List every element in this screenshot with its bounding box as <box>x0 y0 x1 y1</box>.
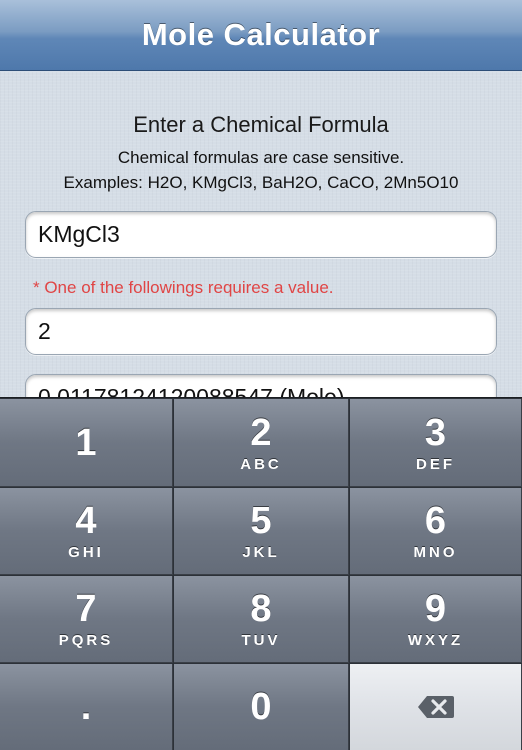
key-digit: 9 <box>424 588 447 630</box>
key-2[interactable]: 2 ABC <box>174 399 349 487</box>
key-digit: 1 <box>75 421 97 464</box>
key-digit: 0 <box>250 686 272 728</box>
formula-input-value: KMgCl3 <box>38 221 120 247</box>
numeric-keypad: 1 2 ABC 3 DEF 4 GHI 5 JKL 6 MNO 7 PQRS 8… <box>0 397 522 750</box>
formula-input[interactable]: KMgCl3 <box>25 211 497 258</box>
key-digit: 8 <box>250 588 272 630</box>
key-digit: 7 <box>75 588 97 630</box>
backspace-icon <box>417 696 454 718</box>
key-letters: DEF <box>416 455 455 473</box>
amount-input[interactable]: 2 <box>25 308 497 355</box>
delete-key[interactable] <box>350 664 522 750</box>
page-title: Mole Calculator <box>141 17 381 52</box>
key-letters: TUV <box>241 632 281 649</box>
key-letters: WXYZ <box>407 632 464 649</box>
key-decimal[interactable]: . <box>0 664 173 750</box>
key-digit: 5 <box>250 500 272 542</box>
key-5[interactable]: 5 JKL <box>174 488 349 575</box>
key-7[interactable]: 7 PQRS <box>0 576 173 663</box>
key-digit: 4 <box>75 500 97 542</box>
key-3[interactable]: 3 DEF <box>350 399 522 487</box>
validation-warning: * One of the followings requires a value… <box>33 278 334 297</box>
key-8[interactable]: 8 TUV <box>174 576 349 663</box>
key-digit: 6 <box>424 500 447 542</box>
case-sensitive-note: Chemical formulas are case sensitive. <box>117 148 405 167</box>
key-0[interactable]: 0 <box>174 664 349 750</box>
key-digit: 3 <box>424 411 447 454</box>
mole-result-field[interactable]: 0.01178124120088547 (Mole) <box>25 374 497 397</box>
key-digit: 2 <box>250 411 272 454</box>
key-letters: ABC <box>240 455 282 473</box>
form-heading: Enter a Chemical Formula <box>133 112 389 137</box>
mole-result-value: 0.01178124120088547 (Mole) <box>38 384 345 397</box>
formula-examples: Examples: H2O, KMgCl3, BaH2O, CaCO, 2Mn5… <box>63 173 459 192</box>
key-letters: PQRS <box>58 632 114 649</box>
form-area: Enter a Chemical Formula Chemical formul… <box>0 72 522 397</box>
key-4[interactable]: 4 GHI <box>0 488 173 575</box>
amount-input-value: 2 <box>38 318 51 344</box>
navigation-bar: Mole Calculator <box>0 0 522 71</box>
key-letters: GHI <box>68 544 104 561</box>
key-letters: JKL <box>242 544 280 561</box>
key-9[interactable]: 9 WXYZ <box>350 576 522 663</box>
key-1[interactable]: 1 <box>0 399 173 487</box>
key-digit: . <box>80 686 92 728</box>
key-6[interactable]: 6 MNO <box>350 488 522 575</box>
key-letters: MNO <box>413 544 458 561</box>
